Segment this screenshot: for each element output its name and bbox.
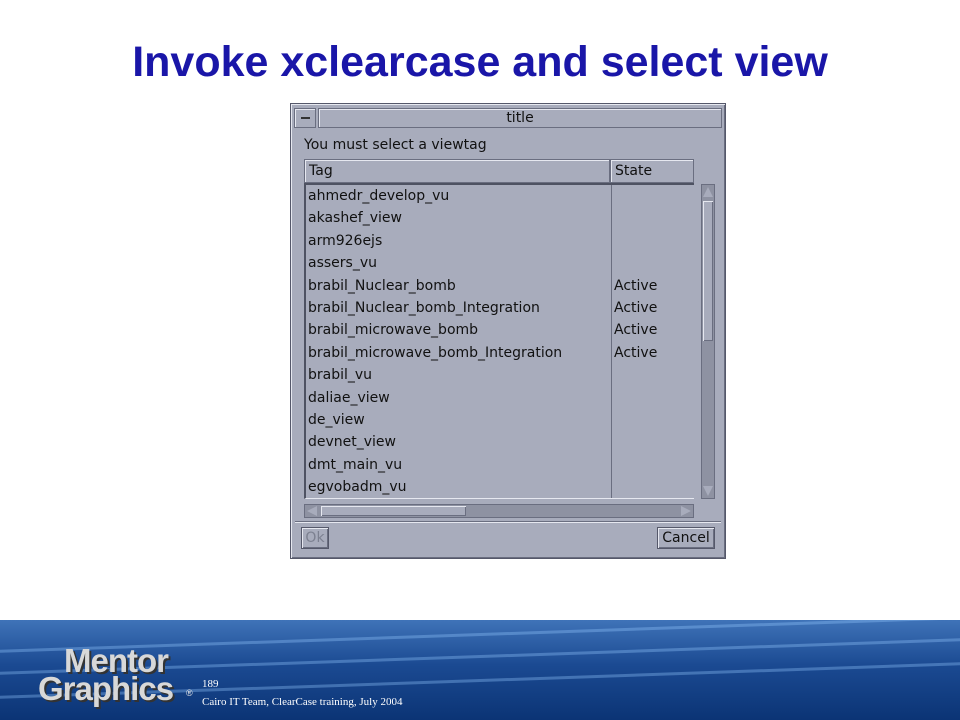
row-tag: assers_vu xyxy=(308,255,377,272)
window-menu-icon xyxy=(301,117,310,119)
cancel-button[interactable]: Cancel xyxy=(657,527,715,549)
table-row[interactable]: egvobadm_vu xyxy=(306,476,694,498)
scroll-up-arrow-icon[interactable] xyxy=(703,187,713,197)
table-row[interactable]: daliae_view xyxy=(306,387,694,409)
row-state: Active xyxy=(614,299,658,316)
page-number: 189 xyxy=(202,678,219,690)
table-row[interactable]: brabil_vu xyxy=(306,364,694,386)
row-tag: daliae_view xyxy=(308,389,390,406)
row-tag: de_view xyxy=(308,411,365,428)
column-header-tag[interactable]: Tag xyxy=(304,159,610,183)
viewtag-prompt: You must select a viewtag xyxy=(304,137,487,153)
row-state: Active xyxy=(614,322,658,339)
footer-banner: Mentor Graphics ® 189 Cairo IT Team, Cle… xyxy=(0,620,960,720)
button-separator xyxy=(295,521,721,523)
table-row[interactable]: devnet_view xyxy=(306,431,694,453)
column-header-state[interactable]: State xyxy=(610,159,694,183)
dialog-title[interactable]: title xyxy=(318,108,722,128)
table-row[interactable]: arm926ejs xyxy=(306,230,694,252)
table-row[interactable]: brabil_microwave_bomb Active xyxy=(306,319,694,341)
vertical-scrollbar[interactable] xyxy=(701,184,715,499)
row-state: Active xyxy=(614,277,658,294)
table-row[interactable]: brabil_Nuclear_bomb Active xyxy=(306,275,694,297)
ok-button[interactable]: Ok xyxy=(301,527,329,549)
row-tag: ahmedr_develop_vu xyxy=(308,188,450,204)
row-tag: egvobadm_vu xyxy=(308,479,407,496)
table-row[interactable]: brabil_microwave_bomb_Integration Active xyxy=(306,342,694,364)
horizontal-scroll-thumb[interactable] xyxy=(321,506,466,516)
row-tag: brabil_Nuclear_bomb_Integration xyxy=(308,299,540,316)
scroll-right-arrow-icon[interactable] xyxy=(681,506,691,516)
table-row[interactable]: brabil_Nuclear_bomb_Integration Active xyxy=(306,297,694,319)
vertical-scroll-thumb[interactable] xyxy=(703,201,713,341)
viewtag-list: Tag State ahmedr_develop_vu akashef_view a… xyxy=(304,159,694,499)
registered-mark: ® xyxy=(186,688,193,698)
row-tag: dmt_main_vu xyxy=(308,456,403,473)
footer-text: Cairo IT Team, ClearCase training, July … xyxy=(202,696,403,708)
viewtag-rows[interactable]: ahmedr_develop_vu akashef_view arm926ejs as… xyxy=(304,183,694,499)
table-row[interactable]: de_view xyxy=(306,409,694,431)
table-row[interactable]: akashef_view xyxy=(306,207,694,229)
select-view-dialog: title You must select a viewtag Tag Stat… xyxy=(290,103,726,559)
row-tag: akashef_view xyxy=(308,210,402,227)
table-row[interactable]: ahmedr_develop_vu xyxy=(306,185,694,207)
window-menu-button[interactable] xyxy=(294,108,316,128)
scroll-down-arrow-icon[interactable] xyxy=(703,486,713,496)
table-row[interactable]: assers_vu xyxy=(306,252,694,274)
row-tag: brabil_Nuclear_bomb xyxy=(308,277,456,294)
row-tag: brabil_microwave_bomb xyxy=(308,322,479,339)
mentor-logo-line2: Graphics xyxy=(38,670,174,707)
row-tag: brabil_vu xyxy=(308,367,373,384)
horizontal-scrollbar[interactable] xyxy=(304,504,694,518)
row-state: Active xyxy=(614,344,658,361)
row-tag: arm926ejs xyxy=(308,232,383,249)
dialog-titlebar: title xyxy=(294,108,722,130)
scroll-left-arrow-icon[interactable] xyxy=(307,506,317,516)
row-tag: brabil_microwave_bomb_Integration xyxy=(308,344,563,361)
row-tag: devnet_view xyxy=(308,434,396,451)
table-row[interactable]: dmt_main_vu xyxy=(306,454,694,476)
slide-title: Invoke xclearcase and select view xyxy=(132,38,828,86)
